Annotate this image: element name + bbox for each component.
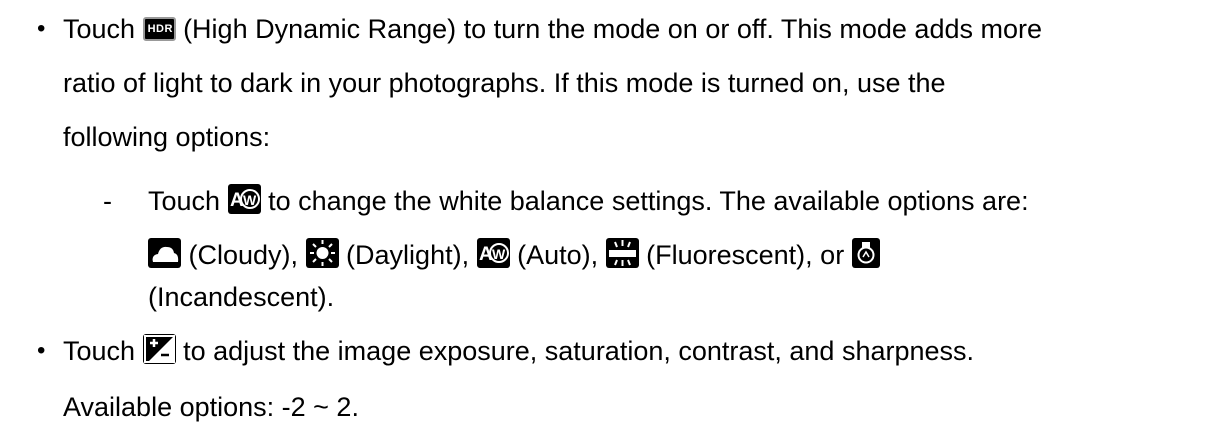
- text: (Cloudy),: [181, 240, 306, 270]
- sub-line1: Touch A W to change the white balance se…: [148, 184, 1029, 218]
- bullet1-line2: ratio of light to dark in your photograp…: [63, 68, 946, 98]
- bullet1-line3: following options:: [63, 122, 271, 152]
- hdr-icon-label: HDR: [147, 23, 173, 35]
- text: to adjust the image exposure, saturation…: [175, 336, 975, 366]
- sub-dash: -: [103, 186, 112, 216]
- bullet-marker: •: [37, 337, 46, 364]
- hdr-icon: HDR: [142, 17, 176, 41]
- bullet-marker: •: [37, 15, 46, 42]
- text: to change the white balance settings. Th…: [260, 186, 1029, 216]
- text: Touch: [63, 336, 143, 366]
- sub-line2: (Cloudy), (Daylight), A W (Auto), (Fluor…: [148, 238, 880, 272]
- cloudy-icon: [148, 238, 181, 268]
- text: (Daylight),: [338, 240, 477, 270]
- auto-white-balance-icon: A W: [476, 238, 510, 268]
- svg-text:W: W: [492, 246, 506, 262]
- text: (Auto),: [509, 240, 606, 270]
- bullet1-line1: Touch HDR (High Dynamic Range) to turn t…: [63, 12, 1042, 46]
- auto-white-balance-icon: A W: [227, 184, 261, 214]
- svg-text:W: W: [243, 192, 257, 208]
- text: Touch: [148, 186, 228, 216]
- sub-line3: (Incandescent).: [148, 282, 335, 312]
- bullet2-line2: Available options: -2 ~ 2.: [63, 392, 359, 422]
- fluorescent-icon: [605, 238, 639, 268]
- text: (High Dynamic Range) to turn the mode on…: [175, 14, 1042, 44]
- text: Touch: [63, 14, 143, 44]
- daylight-icon: [305, 238, 339, 268]
- incandescent-icon: [851, 238, 880, 268]
- text: (Fluorescent), or: [638, 240, 852, 270]
- bullet2-line1: Touch to adjust the image exposure, satu…: [63, 334, 974, 368]
- exposure-icon: [142, 334, 176, 364]
